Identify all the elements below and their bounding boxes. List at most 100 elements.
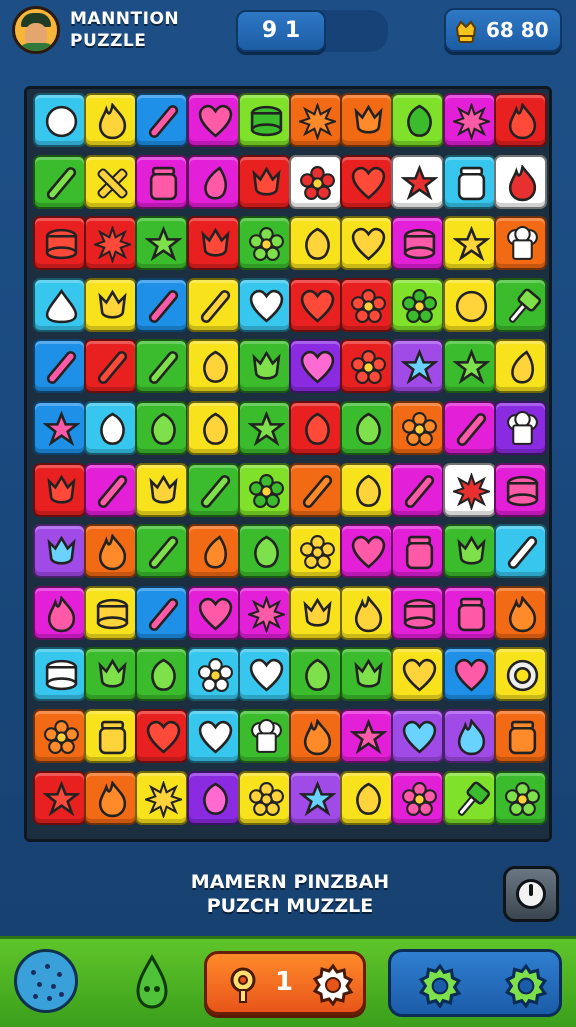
tile-tulip[interactable] <box>237 154 291 209</box>
tile-heart[interactable] <box>186 709 240 763</box>
tile-cake[interactable] <box>391 216 445 271</box>
tile-leaf[interactable] <box>340 462 394 517</box>
tile-cake[interactable] <box>391 585 445 640</box>
tile-leaf[interactable] <box>340 770 394 825</box>
tile-flame[interactable] <box>493 585 547 640</box>
tile-heart[interactable] <box>442 647 496 702</box>
tile-tulip[interactable] <box>237 339 291 394</box>
tile-jar[interactable] <box>135 154 189 209</box>
tile-cake[interactable] <box>33 216 86 271</box>
tile-heart[interactable] <box>391 709 445 763</box>
tile-drop[interactable] <box>186 524 240 579</box>
tile-tulip[interactable] <box>340 647 394 702</box>
tile-leaf[interactable] <box>135 401 189 455</box>
tile-stick[interactable] <box>289 462 342 517</box>
tile-star[interactable] <box>442 216 496 271</box>
tile-flame[interactable] <box>84 770 138 825</box>
tile-star[interactable] <box>391 154 445 209</box>
tile-chef[interactable] <box>237 709 291 763</box>
tile-tulip[interactable] <box>33 524 86 579</box>
tile-stick[interactable] <box>135 524 189 579</box>
drop-creature-icon[interactable] <box>132 953 172 1011</box>
tile-cake[interactable] <box>493 462 547 517</box>
tile-tulip[interactable] <box>84 647 138 702</box>
tile-cross[interactable] <box>84 154 138 209</box>
tile-stick[interactable] <box>135 93 189 147</box>
tile-flower[interactable] <box>237 770 291 825</box>
tile-stick[interactable] <box>33 339 86 394</box>
tile-burst[interactable] <box>84 216 138 271</box>
tile-stick[interactable] <box>186 277 240 332</box>
tile-flower[interactable] <box>340 339 394 394</box>
tile-stick[interactable] <box>493 524 547 579</box>
tile-flower[interactable] <box>237 216 291 271</box>
tile-flower[interactable] <box>289 524 342 579</box>
tile-stick[interactable] <box>442 401 496 455</box>
tile-flower[interactable] <box>391 401 445 455</box>
tile-star[interactable] <box>33 770 86 825</box>
tile-stick[interactable] <box>186 462 240 517</box>
tile-star[interactable] <box>237 401 291 455</box>
tile-burst[interactable] <box>289 93 342 147</box>
tile-flame[interactable] <box>84 524 138 579</box>
tile-jar[interactable] <box>442 585 496 640</box>
tile-heart[interactable] <box>289 339 342 394</box>
tile-leaf[interactable] <box>289 216 342 271</box>
tile-star[interactable] <box>340 709 394 763</box>
tile-leaf[interactable] <box>186 401 240 455</box>
tile-stick[interactable] <box>135 277 189 332</box>
tile-flame[interactable] <box>493 154 547 209</box>
tile-lolly[interactable] <box>442 770 496 825</box>
tile-flame[interactable] <box>340 585 394 640</box>
tile-cake[interactable] <box>237 93 291 147</box>
tile-heart[interactable] <box>135 709 189 763</box>
tile-burst[interactable] <box>442 462 496 517</box>
tile-tulip[interactable] <box>135 462 189 517</box>
tile-flower[interactable] <box>391 770 445 825</box>
tile-flower[interactable] <box>237 462 291 517</box>
tile-stick[interactable] <box>135 339 189 394</box>
tile-star[interactable] <box>391 339 445 394</box>
tile-burst[interactable] <box>135 770 189 825</box>
tile-burst[interactable] <box>237 585 291 640</box>
tile-stick[interactable] <box>33 154 86 209</box>
tile-leaf[interactable] <box>237 524 291 579</box>
tile-heart[interactable] <box>289 277 342 332</box>
tile-cake[interactable] <box>84 585 138 640</box>
tile-star[interactable] <box>135 216 189 271</box>
tile-heart[interactable] <box>340 216 394 271</box>
tile-cream[interactable] <box>33 277 86 332</box>
tile-tulip[interactable] <box>442 524 496 579</box>
tile-heart[interactable] <box>391 647 445 702</box>
tile-tulip[interactable] <box>33 462 86 517</box>
settings-panel-button[interactable] <box>388 949 562 1017</box>
tile-flame[interactable] <box>289 709 342 763</box>
tile-drop[interactable] <box>186 154 240 209</box>
tile-tulip[interactable] <box>340 93 394 147</box>
tile-burst[interactable] <box>442 93 496 147</box>
cookie-button[interactable] <box>14 949 78 1013</box>
tile-heart[interactable] <box>340 524 394 579</box>
tile-heart[interactable] <box>340 154 394 209</box>
tile-flower[interactable] <box>493 770 547 825</box>
tile-star[interactable] <box>33 401 86 455</box>
tile-heart[interactable] <box>186 585 240 640</box>
tile-cake[interactable] <box>33 647 86 702</box>
tile-stick[interactable] <box>135 585 189 640</box>
tile-leaf[interactable] <box>289 401 342 455</box>
tile-tulip[interactable] <box>186 216 240 271</box>
tile-tulip[interactable] <box>84 277 138 332</box>
tile-ball[interactable] <box>442 277 496 332</box>
tile-leaf[interactable] <box>289 647 342 702</box>
tile-flame[interactable] <box>33 585 86 640</box>
tile-leaf[interactable] <box>186 339 240 394</box>
tile-stick[interactable] <box>84 462 138 517</box>
tile-leaf[interactable] <box>135 647 189 702</box>
tile-star[interactable] <box>289 770 342 825</box>
tile-flame[interactable] <box>442 709 496 763</box>
tile-drop[interactable] <box>493 339 547 394</box>
coin-counter[interactable]: 68 80 <box>444 8 562 52</box>
tile-lolly[interactable] <box>493 277 547 332</box>
tile-leaf[interactable] <box>391 93 445 147</box>
tile-heart[interactable] <box>237 277 291 332</box>
